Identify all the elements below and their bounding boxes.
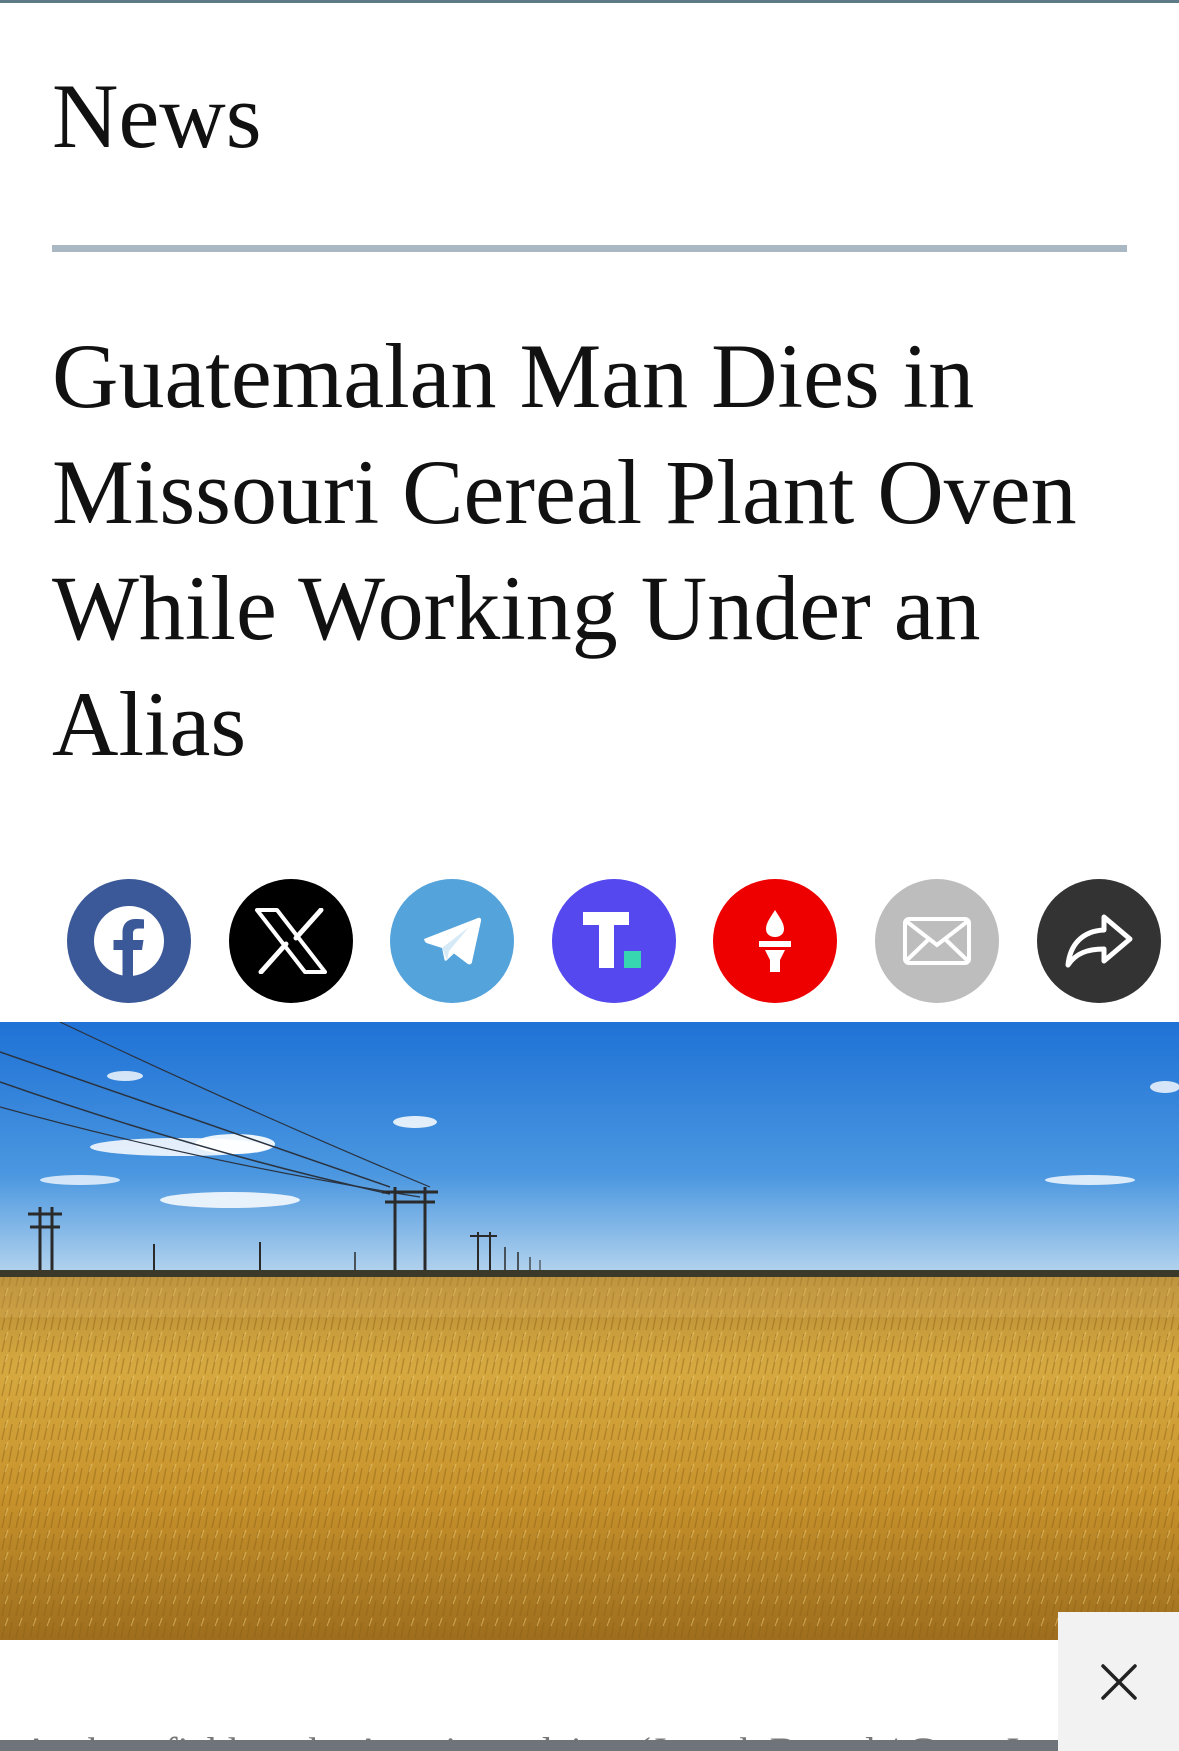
section-divider <box>52 245 1127 252</box>
hero-image <box>0 1022 1179 1640</box>
share-telegram-button[interactable] <box>390 879 514 1003</box>
share-facebook-button[interactable] <box>67 879 191 1003</box>
facebook-icon <box>94 906 164 978</box>
wheat-field-photo <box>0 1022 1179 1640</box>
top-rule <box>0 0 1179 3</box>
close-icon <box>1100 1663 1137 1700</box>
share-arrow-icon <box>1065 914 1133 968</box>
envelope-icon <box>903 917 971 965</box>
close-ad-button[interactable] <box>1058 1612 1179 1751</box>
bottom-bar <box>0 1740 1179 1751</box>
article-headline: Guatemalan Man Dies in Missouri Cereal P… <box>52 325 1077 775</box>
share-bar <box>67 879 1179 1003</box>
telegram-icon <box>424 917 482 965</box>
share-gettr-button[interactable] <box>713 879 837 1003</box>
truth-social-icon <box>583 912 641 968</box>
x-icon <box>255 908 327 974</box>
gettr-torch-icon <box>759 910 791 972</box>
share-email-button[interactable] <box>875 879 999 1003</box>
share-truth-social-button[interactable] <box>552 879 676 1003</box>
section-label[interactable]: News <box>52 70 262 162</box>
share-x-button[interactable] <box>229 879 353 1003</box>
share-more-button[interactable] <box>1037 879 1161 1003</box>
